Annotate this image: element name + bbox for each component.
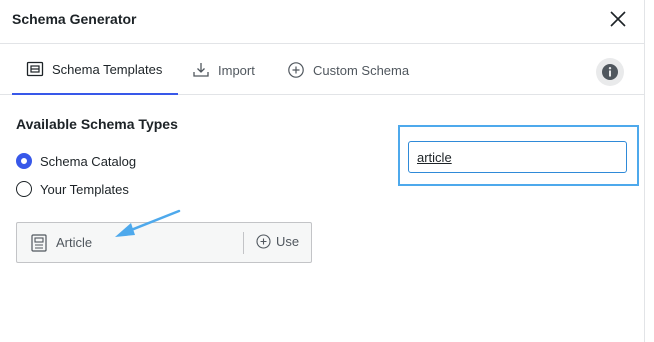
card-divider [243, 232, 244, 254]
use-label: Use [276, 234, 300, 249]
tab-label: Import [218, 62, 255, 78]
info-button[interactable] [596, 58, 624, 86]
radio-label: Schema Catalog [40, 153, 137, 169]
templates-icon [26, 61, 44, 77]
radio-schema-catalog[interactable]: Schema Catalog [16, 153, 136, 169]
tab-custom-schema[interactable]: Custom Schema [287, 45, 409, 95]
info-icon [602, 64, 618, 80]
use-template-button[interactable]: Use [256, 234, 299, 249]
radio-your-templates[interactable]: Your Templates [16, 181, 129, 197]
tab-label: Schema Templates [52, 61, 163, 77]
section-title: Available Schema Types [16, 116, 178, 132]
tab-label: Custom Schema [313, 62, 410, 78]
document-icon [31, 234, 47, 252]
close-icon [610, 11, 626, 27]
dialog-header: Schema Generator [0, 0, 644, 44]
import-icon [193, 63, 209, 77]
tab-import[interactable]: Import [192, 45, 255, 95]
plus-circle-icon [256, 234, 271, 249]
search-input[interactable] [408, 141, 627, 173]
dialog-title: Schema Generator [12, 11, 137, 27]
annotation-arrow-icon [115, 209, 181, 237]
template-label: Article [56, 235, 93, 250]
tab-bar: Schema Templates Import Custom Schema [0, 45, 644, 95]
radio-label: Your Templates [40, 181, 129, 197]
radio-button-checked[interactable] [16, 153, 32, 169]
close-button[interactable] [606, 8, 630, 32]
schema-generator-dialog: Schema Generator Schema Templates Import [0, 0, 644, 342]
tab-schema-templates[interactable]: Schema Templates [12, 45, 178, 95]
plus-circle-icon [288, 62, 304, 78]
radio-button[interactable] [16, 181, 32, 197]
window-edge [644, 0, 654, 342]
